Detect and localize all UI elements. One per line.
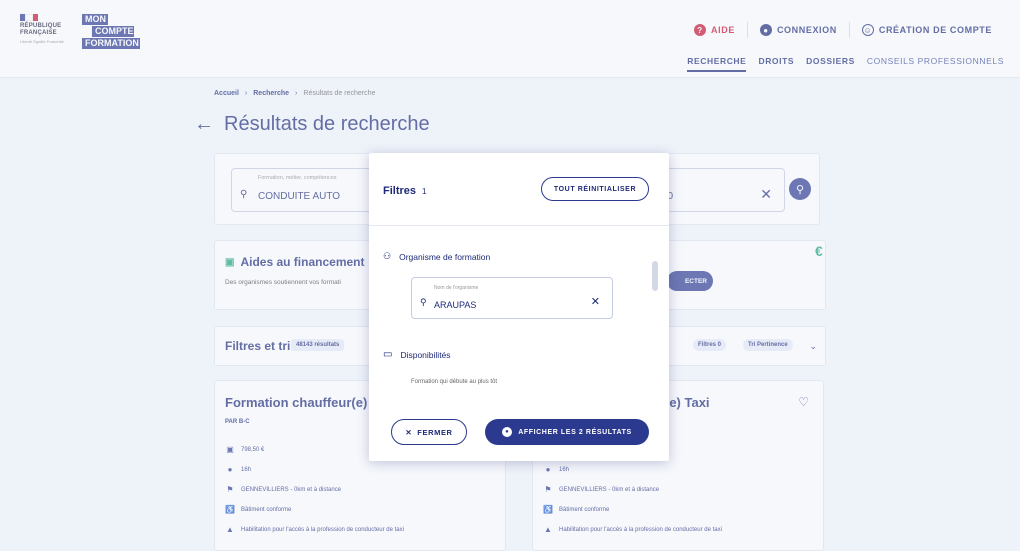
organisme-input-label: Nom de l'organisme	[434, 285, 479, 291]
divider	[369, 225, 669, 226]
section-disponibilites: ▭ Disponibilités	[383, 349, 451, 360]
modal-title-text: Filtres	[383, 185, 417, 197]
calendar-icon: ▭	[383, 349, 393, 360]
organisme-input-value: ARAUPAS	[434, 300, 477, 310]
organisme-input[interactable]: Nom de l'organisme ⚲ ARAUPAS ✕	[411, 277, 613, 319]
close-icon: ✕	[405, 427, 413, 437]
search-icon: ⚲	[420, 297, 427, 307]
section-organisme-title: Organisme de formation	[399, 251, 491, 262]
disponibilites-option[interactable]: Formation qui débute au plus tôt	[411, 379, 497, 385]
reset-all-button[interactable]: TOUT RÉINITIALISER	[541, 177, 649, 201]
section-organisme: ⚇ Organisme de formation	[383, 251, 490, 262]
active-filters-count: 1	[422, 187, 427, 196]
modal-scrollbar[interactable]	[652, 261, 658, 291]
close-button[interactable]: ✕ FERMER	[391, 419, 467, 445]
clear-organisme-icon[interactable]: ✕	[591, 295, 600, 308]
close-label: FERMER	[417, 427, 453, 437]
show-results-label: AFFICHER LES 2 RÉSULTATS	[518, 428, 632, 436]
show-results-button[interactable]: ● AFFICHER LES 2 RÉSULTATS	[485, 419, 649, 445]
section-disponibilites-title: Disponibilités	[400, 349, 451, 360]
modal-title: Filtres 1	[383, 185, 426, 197]
organisme-icon: ⚇	[383, 251, 392, 261]
eye-icon: ●	[502, 427, 513, 437]
filters-modal: Filtres 1 TOUT RÉINITIALISER ⚇ Organisme …	[369, 153, 669, 461]
